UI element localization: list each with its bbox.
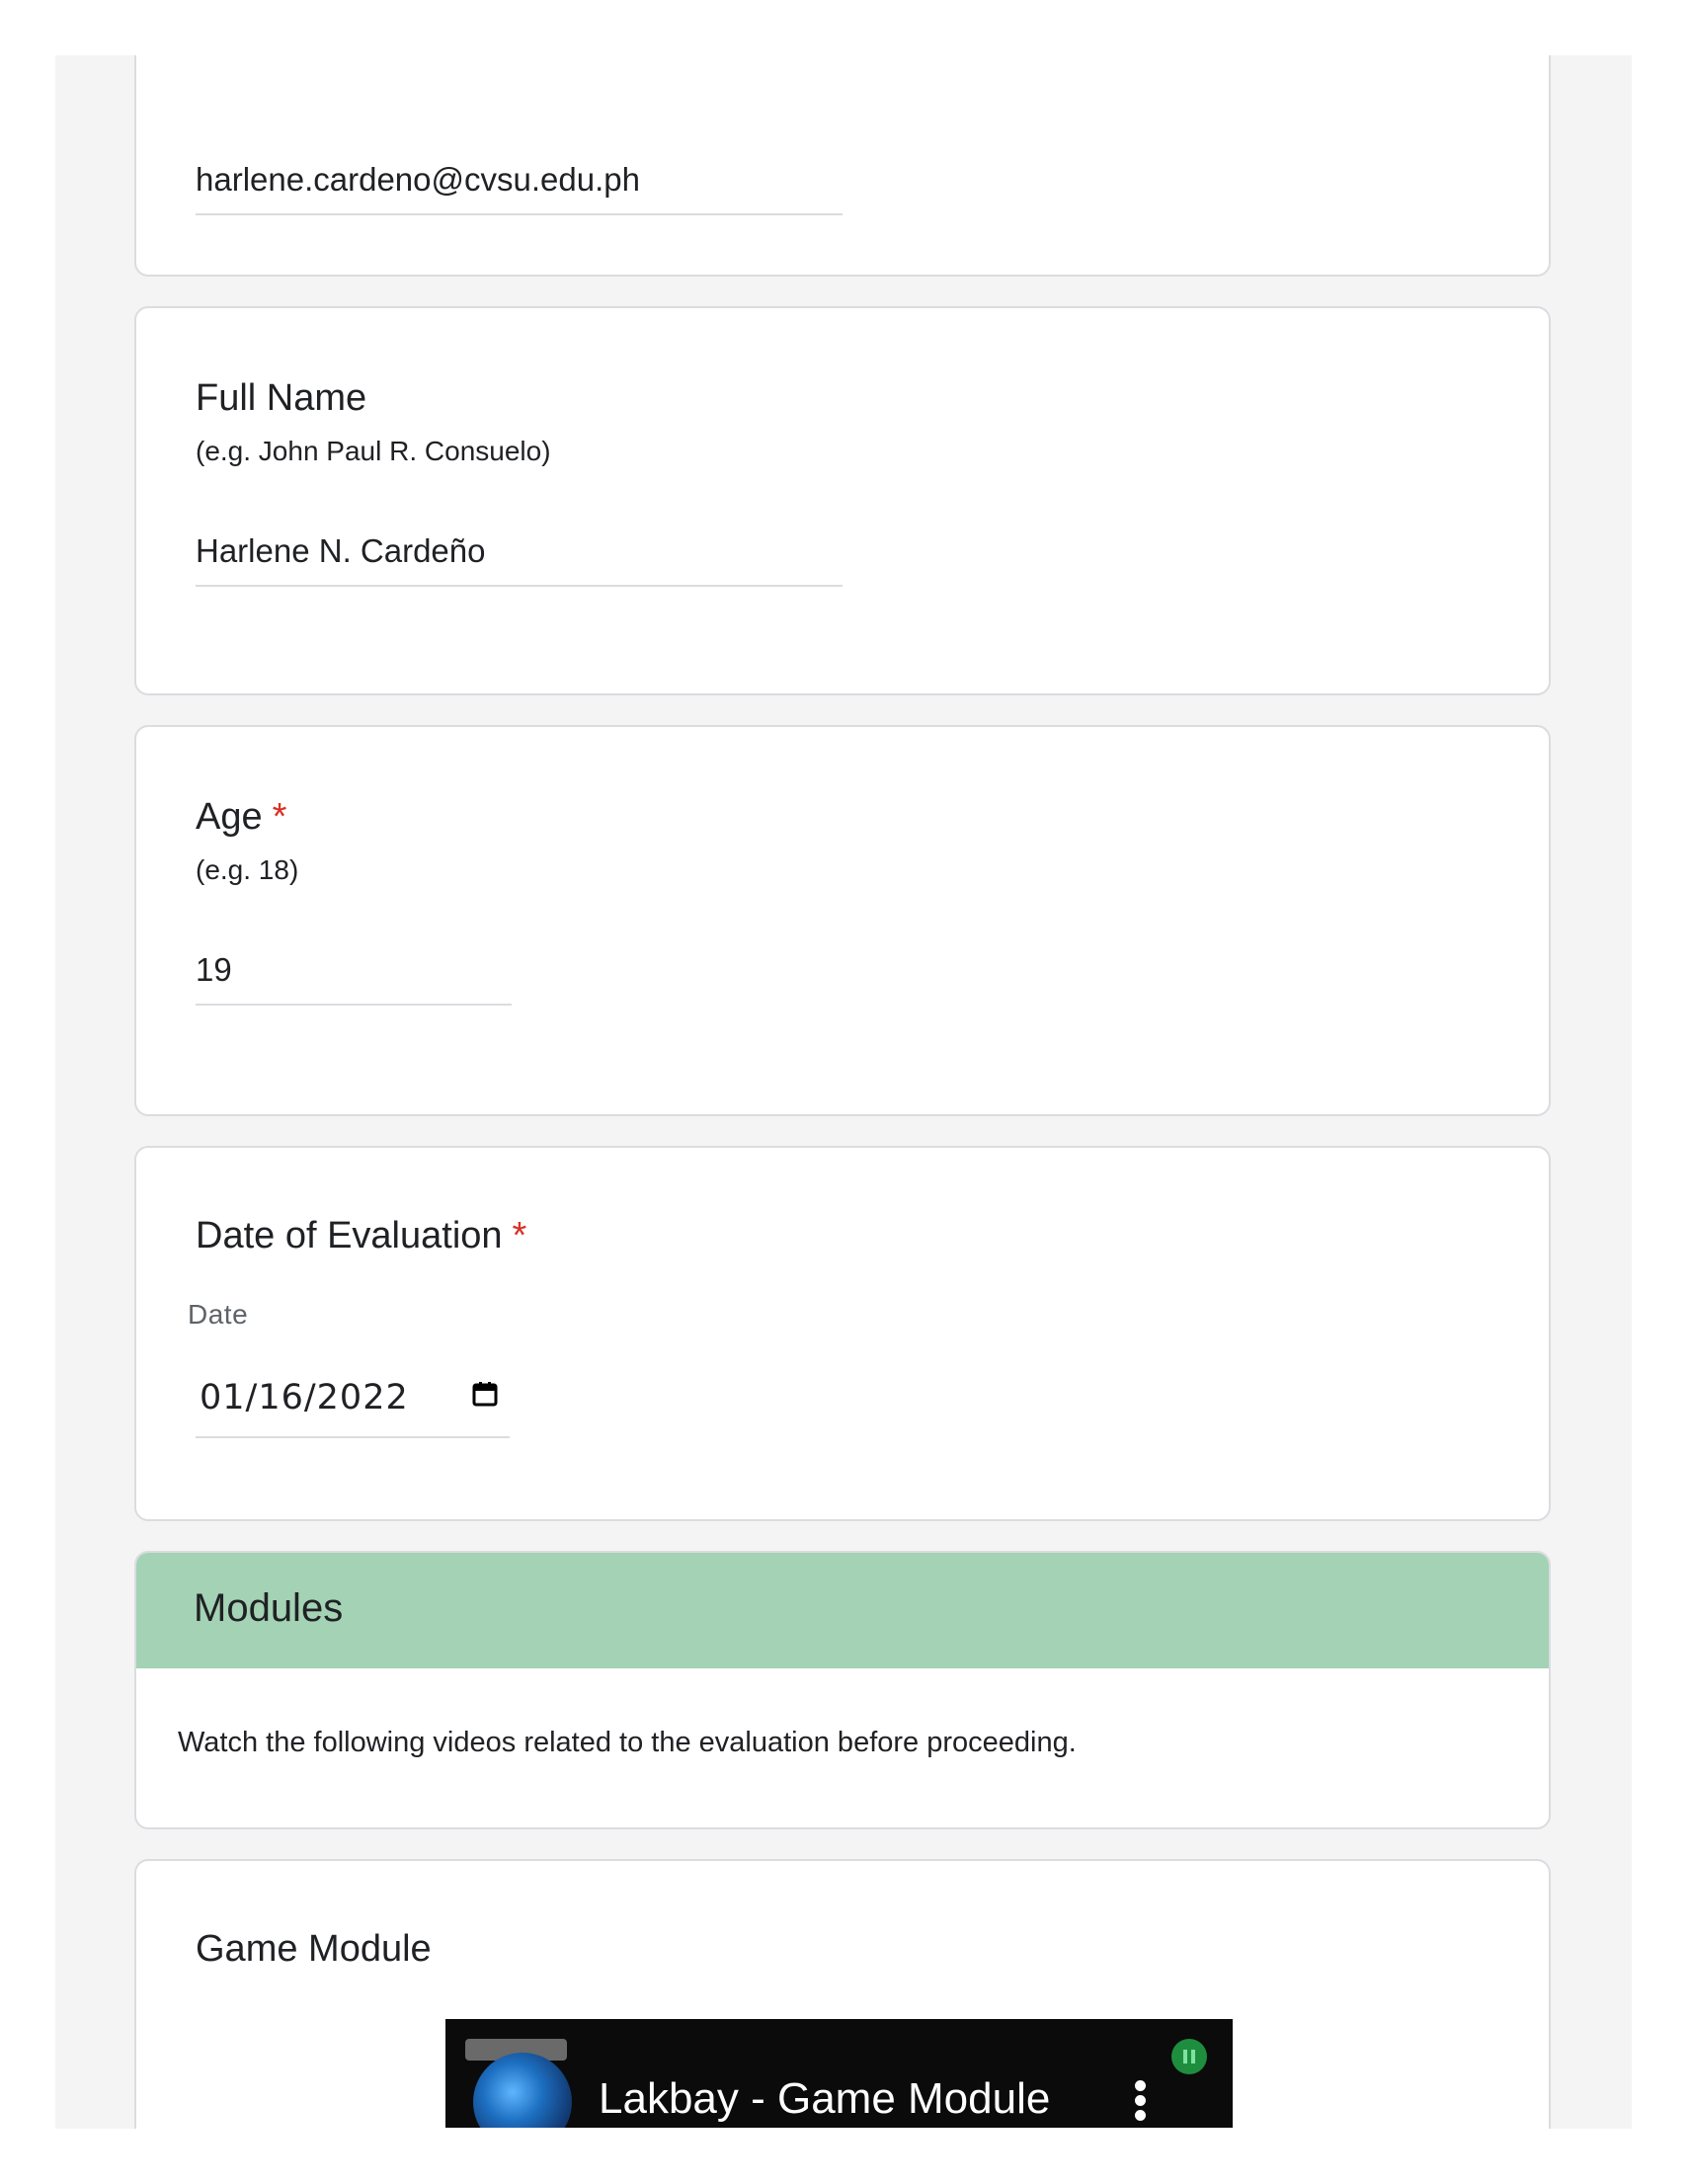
date-of-evaluation-title: Date of Evaluation * [196,1213,526,1258]
game-module-card: Game Module Lakbay - Game Module [134,1859,1551,2129]
full-name-answer[interactable]: Harlene N. Cardeño [196,531,486,571]
pause-icon[interactable] [1171,2039,1207,2074]
age-hint: (e.g. 18) [196,854,299,885]
age-underline [196,1004,512,1006]
email-answer[interactable]: harlene.cardeno@cvsu.edu.ph [196,160,640,200]
full-name-card: Full Name (e.g. John Paul R. Consuelo) H… [134,306,1551,695]
channel-avatar[interactable] [473,2053,572,2128]
email-underline [196,213,843,215]
more-vert-icon[interactable] [1134,2080,1148,2124]
required-asterisk: * [512,1215,527,1256]
section-title: Modules [194,1586,344,1630]
section-header: Modules [136,1553,1549,1668]
full-name-underline [196,585,843,587]
section-description: Watch the following videos related to th… [178,1727,1077,1758]
age-title-text: Age [196,796,263,838]
date-underline [196,1436,510,1438]
required-asterisk: * [272,796,287,838]
date-input[interactable]: 01/16/2022 [200,1377,409,1418]
date-of-evaluation-card: Date of Evaluation * Date 01/16/2022 [134,1146,1551,1521]
form-page-background: harlene.cardeno@cvsu.edu.ph Full Name (e… [55,55,1632,2129]
video-embed[interactable]: Lakbay - Game Module [445,2019,1233,2128]
age-title: Age * [196,794,286,840]
calendar-icon[interactable] [472,1381,498,1407]
age-answer[interactable]: 19 [196,950,232,990]
date-field-label: Date [188,1299,249,1330]
full-name-title: Full Name [196,377,367,419]
game-module-title: Game Module [196,1928,432,1970]
age-card: Age * (e.g. 18) 19 [134,725,1551,1116]
video-title[interactable]: Lakbay - Game Module [599,2074,1050,2124]
full-name-hint: (e.g. John Paul R. Consuelo) [196,436,551,466]
email-card: harlene.cardeno@cvsu.edu.ph [134,55,1551,277]
modules-section-card: Modules Watch the following videos relat… [134,1551,1551,1829]
date-of-evaluation-title-text: Date of Evaluation [196,1215,503,1256]
